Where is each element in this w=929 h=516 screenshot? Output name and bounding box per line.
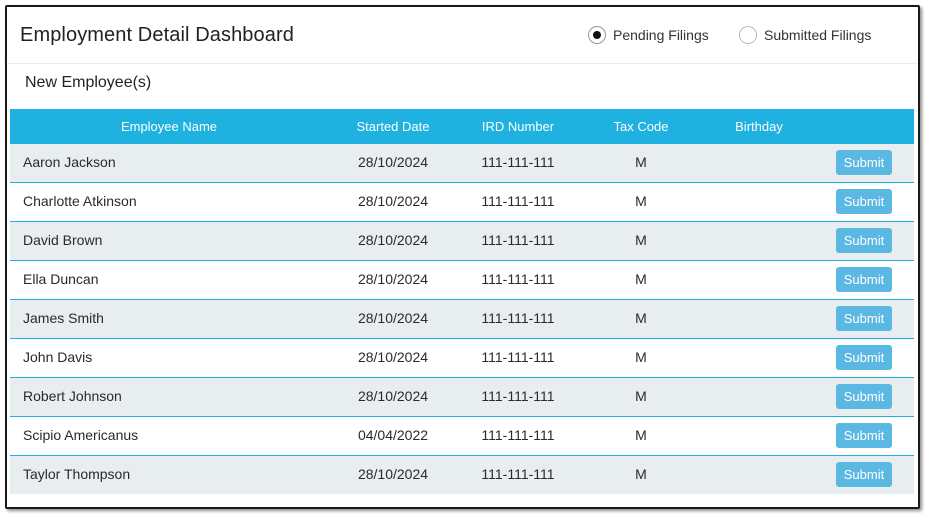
- cell-birthday: [704, 300, 814, 338]
- cell-tax-code: M: [635, 310, 647, 326]
- cell-ird-number: 111-111-111: [481, 427, 555, 443]
- cell-ird-number: 111-111-111: [481, 349, 555, 365]
- table-row: Aaron Jackson 28/10/2024 111-111-111 M Submi…: [10, 144, 914, 183]
- column-header-birthday: Birthday: [735, 119, 783, 134]
- cell-started-date: 28/10/2024: [357, 349, 429, 365]
- table-row: Scipio Americanus 04/04/2022 111-111-111 M S…: [10, 417, 914, 456]
- cell-ird-number: 111-111-111: [481, 232, 555, 248]
- submit-button[interactable]: Submit: [836, 384, 892, 409]
- cell-tax-code: M: [635, 232, 647, 248]
- submit-button[interactable]: Submit: [836, 228, 892, 253]
- cell-tax-code: M: [635, 193, 647, 209]
- cell-started-date: 28/10/2024: [357, 232, 429, 248]
- cell-ird-number: 111-111-111: [481, 310, 555, 326]
- submit-button[interactable]: Submit: [836, 150, 892, 175]
- column-header-tax-code: Tax Code: [613, 119, 669, 134]
- cell-started-date: 28/10/2024: [357, 466, 429, 482]
- cell-tax-code: M: [635, 388, 647, 404]
- radio-selected-icon[interactable]: [588, 26, 606, 44]
- cell-birthday: [704, 417, 814, 455]
- cell-birthday: [704, 456, 814, 494]
- submit-button[interactable]: Submit: [836, 345, 892, 370]
- column-header-ird-number: IRD Number: [481, 119, 555, 134]
- cell-tax-code: M: [635, 349, 647, 365]
- cell-birthday: [704, 339, 814, 377]
- submit-button[interactable]: Submit: [836, 462, 892, 487]
- dashboard-window: Employment Detail Dashboard Pending Fili…: [5, 5, 920, 509]
- cell-employee-name: Charlotte Atkinson: [23, 193, 137, 209]
- cell-birthday: [704, 261, 814, 299]
- table-body: Aaron Jackson 28/10/2024 111-111-111 M Submi…: [10, 144, 914, 494]
- cell-employee-name: David Brown: [23, 232, 103, 248]
- radio-submitted-filings[interactable]: Submitted Filings: [739, 26, 871, 44]
- cell-birthday: [704, 222, 814, 260]
- page-title: Employment Detail Dashboard: [20, 24, 294, 46]
- submit-button[interactable]: Submit: [836, 189, 892, 214]
- table-row: Charlotte Atkinson 28/10/2024 111-111-111 M…: [10, 183, 914, 222]
- table-row: Ella Duncan 28/10/2024 111-111-111 M Submit: [10, 261, 914, 300]
- cell-ird-number: 111-111-111: [481, 271, 555, 287]
- radio-unselected-icon[interactable]: [739, 26, 757, 44]
- cell-started-date: 28/10/2024: [357, 154, 429, 170]
- dashboard-header: Employment Detail Dashboard Pending Fili…: [7, 7, 918, 64]
- cell-birthday: [704, 378, 814, 416]
- cell-started-date: 28/10/2024: [357, 310, 429, 326]
- cell-ird-number: 111-111-111: [481, 466, 555, 482]
- column-header-started-date: Started Date: [356, 119, 430, 134]
- cell-employee-name: John Davis: [23, 349, 93, 365]
- column-header-employee-name: Employee Name: [120, 119, 218, 134]
- section-title: New Employee(s): [25, 74, 152, 91]
- cell-started-date: 04/04/2022: [357, 427, 429, 443]
- table-row: Robert Johnson 28/10/2024 111-111-111 M Subm…: [10, 378, 914, 417]
- cell-tax-code: M: [635, 466, 647, 482]
- cell-tax-code: M: [635, 427, 647, 443]
- column-header-action: [814, 109, 914, 144]
- radio-pending-filings[interactable]: Pending Filings: [588, 26, 709, 44]
- radio-submitted-label: Submitted Filings: [764, 27, 872, 43]
- cell-employee-name: James Smith: [23, 310, 104, 326]
- cell-ird-number: 111-111-111: [481, 154, 555, 170]
- cell-ird-number: 111-111-111: [481, 388, 555, 404]
- submit-button[interactable]: Submit: [836, 306, 892, 331]
- cell-birthday: [704, 183, 814, 221]
- cell-employee-name: Scipio Americanus: [23, 427, 139, 443]
- submit-button[interactable]: Submit: [836, 423, 892, 448]
- submit-button[interactable]: Submit: [836, 267, 892, 292]
- cell-started-date: 28/10/2024: [357, 193, 429, 209]
- cell-tax-code: M: [635, 271, 647, 287]
- cell-ird-number: 111-111-111: [481, 193, 555, 209]
- cell-employee-name: Taylor Thompson: [23, 466, 131, 482]
- cell-employee-name: Robert Johnson: [23, 388, 122, 404]
- table-row: Taylor Thompson 28/10/2024 111-111-111 M Sub…: [10, 456, 914, 494]
- cell-tax-code: M: [635, 154, 647, 170]
- cell-started-date: 28/10/2024: [357, 271, 429, 287]
- table-header: Employee Name Started Date IRD Number Ta…: [10, 109, 914, 144]
- cell-birthday: [704, 144, 814, 182]
- table-row: John Davis 28/10/2024 111-111-111 M Submit: [10, 339, 914, 378]
- cell-employee-name: Ella Duncan: [23, 271, 99, 287]
- cell-started-date: 28/10/2024: [357, 388, 429, 404]
- cell-employee-name: Aaron Jackson: [23, 154, 116, 170]
- radio-pending-label: Pending Filings: [613, 27, 709, 43]
- table-row: David Brown 28/10/2024 111-111-111 M Submit: [10, 222, 914, 261]
- table-row: James Smith 28/10/2024 111-111-111 M Submit: [10, 300, 914, 339]
- employee-table: Employee Name Started Date IRD Number Ta…: [10, 109, 914, 494]
